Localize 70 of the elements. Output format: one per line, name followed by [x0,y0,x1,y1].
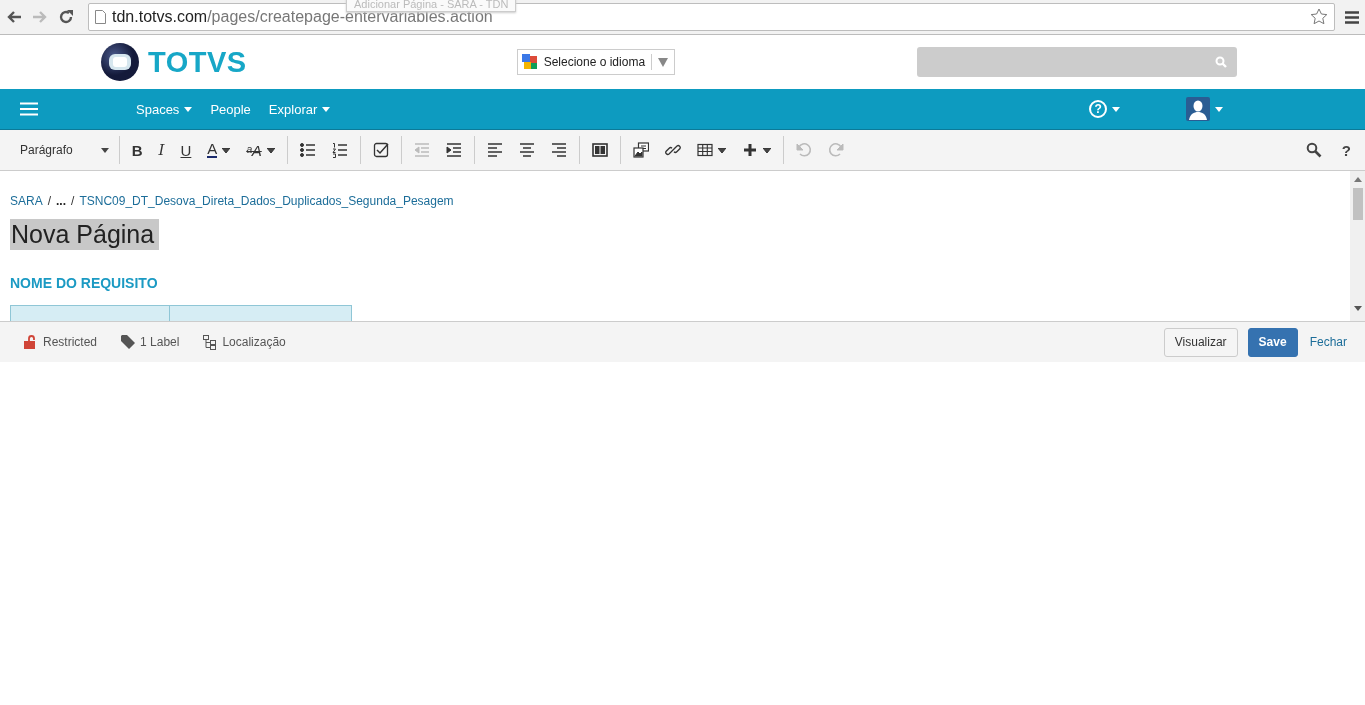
logo-icon [100,42,140,82]
menu-icon[interactable] [1345,10,1359,24]
text-style-button[interactable]: ᵃA [239,137,282,163]
forward-icon [32,10,48,24]
caret-icon [1112,106,1121,112]
breadcrumb-separator: / [47,194,52,208]
paragraph-format-dropdown[interactable]: Parágrafo [10,139,119,161]
underline-button[interactable]: U [173,137,199,163]
scroll-down-icon [1353,306,1362,311]
columns-icon [591,142,608,158]
align-right-icon [550,142,567,158]
save-button[interactable]: Save [1247,327,1298,357]
scrollbar[interactable] [1350,171,1365,321]
numbered-list-icon [331,142,348,158]
star-icon[interactable] [1310,8,1328,26]
caret-icon [1215,106,1224,112]
link-icon [664,142,681,158]
lock-icon [24,334,38,350]
italic-button[interactable]: I [151,137,172,163]
bullet-list-icon [299,142,316,158]
undo-icon [795,142,812,158]
table-header-cell[interactable] [170,305,352,321]
avatar-icon [1186,97,1211,121]
preview-button[interactable]: Visualizar [1163,327,1238,357]
table-icon [696,142,713,158]
caret-icon [266,147,275,153]
align-left-icon [486,142,503,158]
breadcrumb-separator: / [71,194,75,208]
outdent-icon [413,142,430,158]
bold-button[interactable]: B [124,137,150,163]
align-center-icon [518,142,535,158]
caret-icon [762,147,771,153]
breadcrumb-link[interactable]: TSNC09_DT_Desova_Direta_Dados_Duplicados_Segunda_Pesagem [79,194,454,208]
scroll-up-icon [1353,177,1362,182]
plus-icon [741,142,758,158]
text-color-button[interactable]: A [200,137,238,163]
labels-link[interactable]: 1 Label [121,334,180,350]
caret-icon [100,147,109,153]
restrictions-link[interactable]: Restricted [24,334,98,350]
checkbox-icon [372,142,389,158]
reload-icon[interactable] [58,9,74,25]
tooltip: Adicionar Página - SARA - TDN [346,0,517,12]
caret-icon [322,106,331,112]
caret-icon [717,147,726,153]
logo-text: TOTVS [148,45,247,79]
page-icon [95,10,106,24]
scrollbar-thumb[interactable] [1352,188,1363,220]
help-button[interactable]: ? [1333,141,1359,159]
caret-icon [184,106,193,112]
back-icon[interactable] [6,10,22,24]
breadcrumb-link[interactable]: SARA [10,194,43,208]
caret-icon [658,57,669,67]
search-field[interactable] [917,47,1238,77]
search-icon [1215,56,1228,68]
image-icon [632,142,649,158]
redo-icon [827,142,844,158]
indent-icon [445,142,462,158]
tag-icon [121,334,136,350]
search-icon[interactable] [1305,142,1322,158]
close-link[interactable]: Fechar [1307,327,1347,357]
section-heading: NOME DO REQUISITO [10,275,159,291]
caret-icon [222,147,231,153]
language-select[interactable]: Selecione o idioma [516,49,676,75]
location-link[interactable]: Localização [203,334,286,350]
hierarchy-icon [203,334,218,350]
table-header-cell[interactable] [10,305,170,321]
google-icon [521,54,538,70]
user-menu[interactable] [1186,97,1224,121]
page-title-field[interactable]: Nova Página [10,219,160,250]
breadcrumb-ellipsis[interactable]: ... [56,194,67,208]
